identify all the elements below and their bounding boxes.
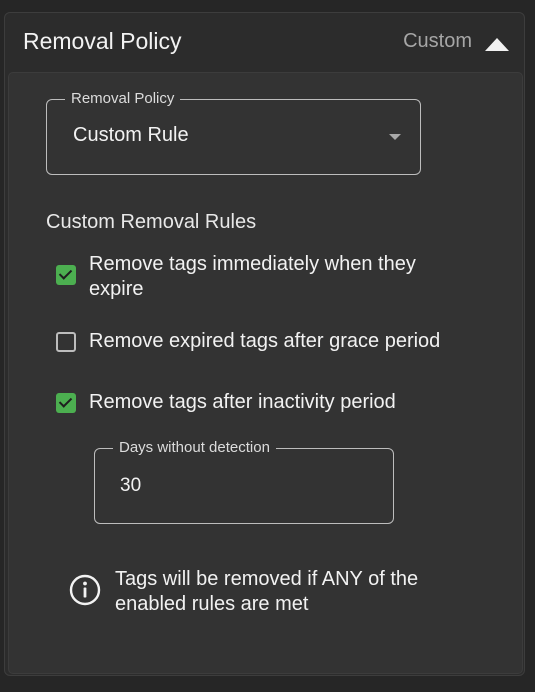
rule-grace-period-checkbox[interactable]: [56, 332, 76, 352]
caret-up-icon[interactable]: [485, 38, 509, 51]
rule-inactivity-checkbox[interactable]: [56, 393, 76, 413]
rule-inactivity-label: Remove tags after inactivity period: [89, 391, 396, 413]
days-without-detection-label: Days without detection: [113, 439, 276, 457]
rule-grace-period-label: Remove expired tags after grace period: [89, 330, 441, 352]
panel-header[interactable]: Removal Policy Custom: [5, 13, 524, 73]
rule-immediate-expire-label: Remove tags immediately when they expire: [89, 253, 416, 300]
panel-title: Removal Policy: [23, 28, 182, 54]
rule-grace-period[interactable]: Remove expired tags after grace period: [56, 329, 456, 355]
info-circle-icon: [69, 574, 101, 606]
removal-policy-select-label: Removal Policy: [65, 90, 181, 108]
chevron-down-icon[interactable]: [389, 134, 401, 140]
removal-policy-select[interactable]: Removal Policy Custom Rule: [46, 90, 421, 175]
panel-body: Removal Policy Custom Rule Custom Remova…: [8, 72, 523, 674]
custom-rules-title: Custom Removal Rules: [46, 211, 257, 233]
removal-policy-select-value: Custom Rule: [73, 124, 189, 146]
days-without-detection-value[interactable]: 30: [120, 475, 141, 497]
days-without-detection-field[interactable]: Days without detection 30: [94, 439, 394, 524]
rule-immediate-expire-checkbox[interactable]: [56, 265, 76, 285]
rule-inactivity[interactable]: Remove tags after inactivity period: [56, 390, 456, 416]
removal-policy-panel: Removal Policy Custom Removal Policy Cus…: [4, 12, 525, 676]
info-message: Tags will be removed if ANY of the enabl…: [115, 568, 419, 615]
rule-immediate-expire[interactable]: Remove tags immediately when they expire: [56, 252, 456, 304]
panel-status: Custom: [403, 30, 472, 52]
